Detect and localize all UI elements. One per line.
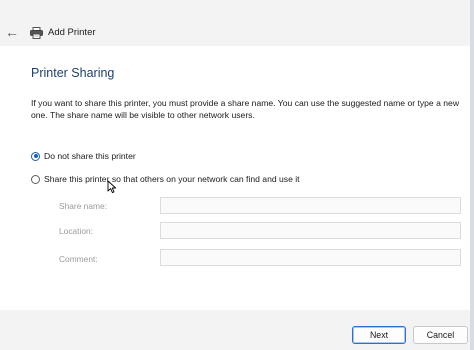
radio-share[interactable] <box>31 174 40 184</box>
radio-do-not-share[interactable] <box>31 151 40 161</box>
share-name-input[interactable] <box>160 197 461 214</box>
share-name-label: Share name: <box>59 201 107 211</box>
cancel-button[interactable]: Cancel <box>413 326 468 344</box>
footer-bar: Next Cancel <box>0 310 470 350</box>
title-bar: ← Add Printer <box>0 0 470 46</box>
location-input[interactable] <box>160 222 461 239</box>
printer-icon <box>30 27 43 39</box>
back-button[interactable]: ← <box>4 24 20 40</box>
location-label: Location: <box>59 226 93 236</box>
comment-input[interactable] <box>160 249 461 266</box>
add-printer-window: ← Add Printer Printer Sharing If you wan… <box>0 0 471 350</box>
comment-label: Comment: <box>59 254 98 264</box>
page-description: If you want to share this printer, you m… <box>31 98 460 120</box>
next-button[interactable]: Next <box>352 326 406 344</box>
window-edge <box>470 0 474 350</box>
option-do-not-share-label[interactable]: Do not share this printer <box>44 151 136 161</box>
main-content: Printer Sharing If you want to share thi… <box>0 46 470 310</box>
option-do-not-share[interactable]: Do not share this printer <box>31 149 136 163</box>
page-heading: Printer Sharing <box>31 66 115 80</box>
window-title: Add Printer <box>48 27 96 38</box>
option-share-label[interactable]: Share this printer so that others on you… <box>44 174 300 184</box>
option-share[interactable]: Share this printer so that others on you… <box>31 172 300 186</box>
mouse-pointer-icon <box>107 180 117 194</box>
arrow-left-icon: ← <box>5 24 19 40</box>
